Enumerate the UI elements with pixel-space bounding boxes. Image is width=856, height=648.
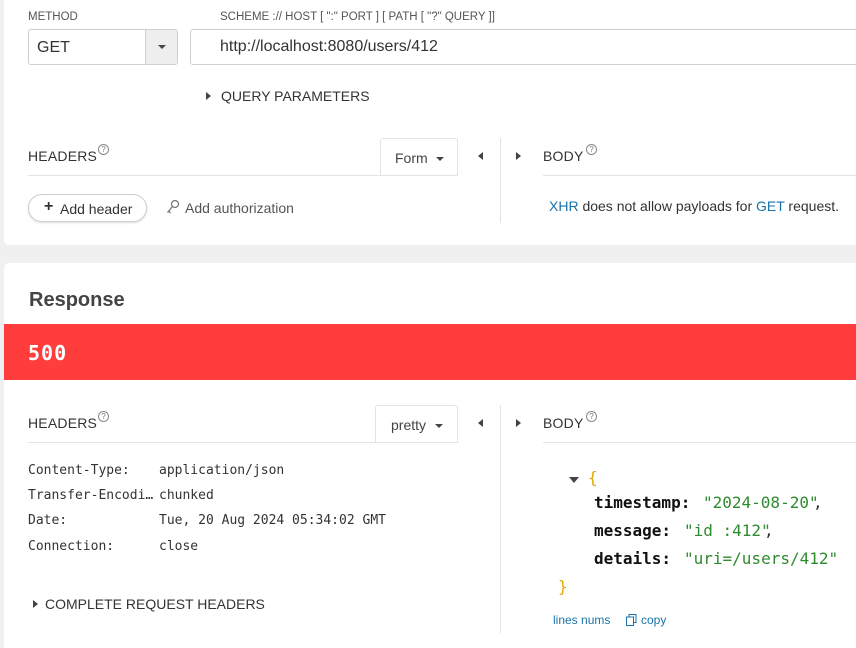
help-icon[interactable]: ? [586, 411, 597, 422]
json-value: "2024-08-20" [703, 493, 819, 512]
add-authorization-button[interactable]: Add authorization [164, 199, 314, 217]
request-body-title: BODY [543, 148, 584, 164]
chevron-down-icon [158, 45, 166, 49]
method-label: METHOD [28, 11, 78, 23]
json-open-brace: { [588, 468, 598, 487]
header-name: Transfer-Encodi… [28, 488, 154, 503]
add-header-label: Add header [60, 201, 133, 217]
response-headers-title: HEADERS [28, 415, 98, 431]
header-value: chunked [159, 488, 214, 503]
json-close-brace: } [558, 577, 568, 596]
divider [500, 138, 501, 223]
json-separator: , [764, 521, 774, 540]
collapse-left-icon[interactable] [478, 419, 483, 427]
complete-request-headers-label: COMPLETE REQUEST HEADERS [45, 596, 265, 612]
caret-right-icon [206, 92, 211, 100]
json-key: details: [594, 549, 672, 568]
header-value: application/json [159, 463, 285, 478]
chevron-down-icon [435, 424, 443, 428]
url-format-label: SCHEME :// HOST [ ":" PORT ] [ PATH [ "?… [220, 11, 495, 23]
copy-label: copy [641, 613, 667, 627]
json-entry: message: "id :412" , [594, 521, 774, 540]
chevron-down-icon [436, 157, 444, 161]
divider [28, 442, 458, 443]
xhr-label: XHR [549, 198, 579, 214]
key-icon [167, 199, 180, 214]
json-value: "uri=/users/412" [684, 549, 839, 568]
divider [28, 175, 458, 176]
response-headers-mode-dropdown[interactable]: pretty [375, 405, 458, 443]
header-value: close [159, 539, 199, 554]
collapse-left-icon[interactable] [478, 152, 483, 160]
json-key: message: [594, 521, 672, 540]
expand-right-icon[interactable] [516, 152, 521, 160]
divider [543, 442, 856, 443]
query-parameters-label: QUERY PARAMETERS [221, 88, 370, 104]
collapse-json-icon[interactable] [569, 477, 579, 483]
body-msg-end: request. [784, 198, 840, 214]
url-input[interactable] [190, 29, 856, 65]
json-key: timestamp: [594, 493, 691, 512]
plus-icon: + [44, 198, 54, 215]
complete-request-headers-toggle[interactable]: COMPLETE REQUEST HEADERS [28, 596, 268, 612]
method-select[interactable]: GET [28, 29, 178, 65]
divider [543, 175, 856, 176]
response-body-title: BODY [543, 415, 584, 431]
expand-right-icon[interactable] [516, 419, 521, 427]
header-row: Transfer-Encodi… chunked [28, 488, 468, 503]
caret-right-icon [33, 600, 38, 608]
copy-icon [626, 614, 637, 626]
json-entry: timestamp: "2024-08-20" , [594, 493, 823, 512]
response-title: Response [29, 289, 125, 311]
method-value: GET [37, 39, 70, 56]
header-row: Content-Type: application/json [28, 463, 468, 478]
json-viewer: { timestamp: "2024-08-20" , message: "id… [558, 468, 856, 598]
body-not-allowed-message: XHR does not allow payloads for GET requ… [549, 198, 839, 214]
copy-button[interactable]: copy [626, 612, 676, 628]
divider [500, 405, 501, 633]
headers-mode-value: Form [395, 150, 428, 166]
add-header-button[interactable]: + Add header [28, 194, 147, 222]
response-panel: Response 500 HEADERS ? pretty Content-Ty… [4, 263, 856, 648]
status-bar: 500 [4, 324, 856, 380]
header-row: Connection: close [28, 539, 468, 554]
method-dropdown-toggle[interactable] [145, 30, 177, 64]
help-icon[interactable]: ? [98, 411, 109, 422]
status-code: 500 [28, 341, 68, 365]
headers-mode-dropdown[interactable]: Form [380, 138, 458, 176]
help-icon[interactable]: ? [98, 144, 109, 155]
header-name: Date: [28, 513, 68, 528]
add-authorization-label: Add authorization [185, 200, 294, 216]
lines-nums-toggle[interactable]: lines nums [553, 613, 610, 627]
header-value: Tue, 20 Aug 2024 05:34:02 GMT [159, 513, 386, 528]
body-msg-middle: does not allow payloads for [578, 198, 757, 214]
request-panel: METHOD SCHEME :// HOST [ ":" PORT ] [ PA… [4, 0, 856, 245]
json-entry: details: "uri=/users/412" [594, 549, 838, 568]
query-parameters-toggle[interactable]: QUERY PARAMETERS [200, 88, 380, 104]
help-icon[interactable]: ? [586, 144, 597, 155]
request-headers-title: HEADERS [28, 148, 98, 164]
header-row: Date: Tue, 20 Aug 2024 05:34:02 GMT [28, 513, 468, 528]
header-name: Content-Type: [28, 463, 130, 478]
json-separator: , [813, 493, 823, 512]
body-msg-method: GET [756, 198, 785, 214]
header-name: Connection: [28, 539, 115, 554]
response-headers-mode-value: pretty [391, 417, 427, 433]
json-value: "id :412" [684, 521, 771, 540]
